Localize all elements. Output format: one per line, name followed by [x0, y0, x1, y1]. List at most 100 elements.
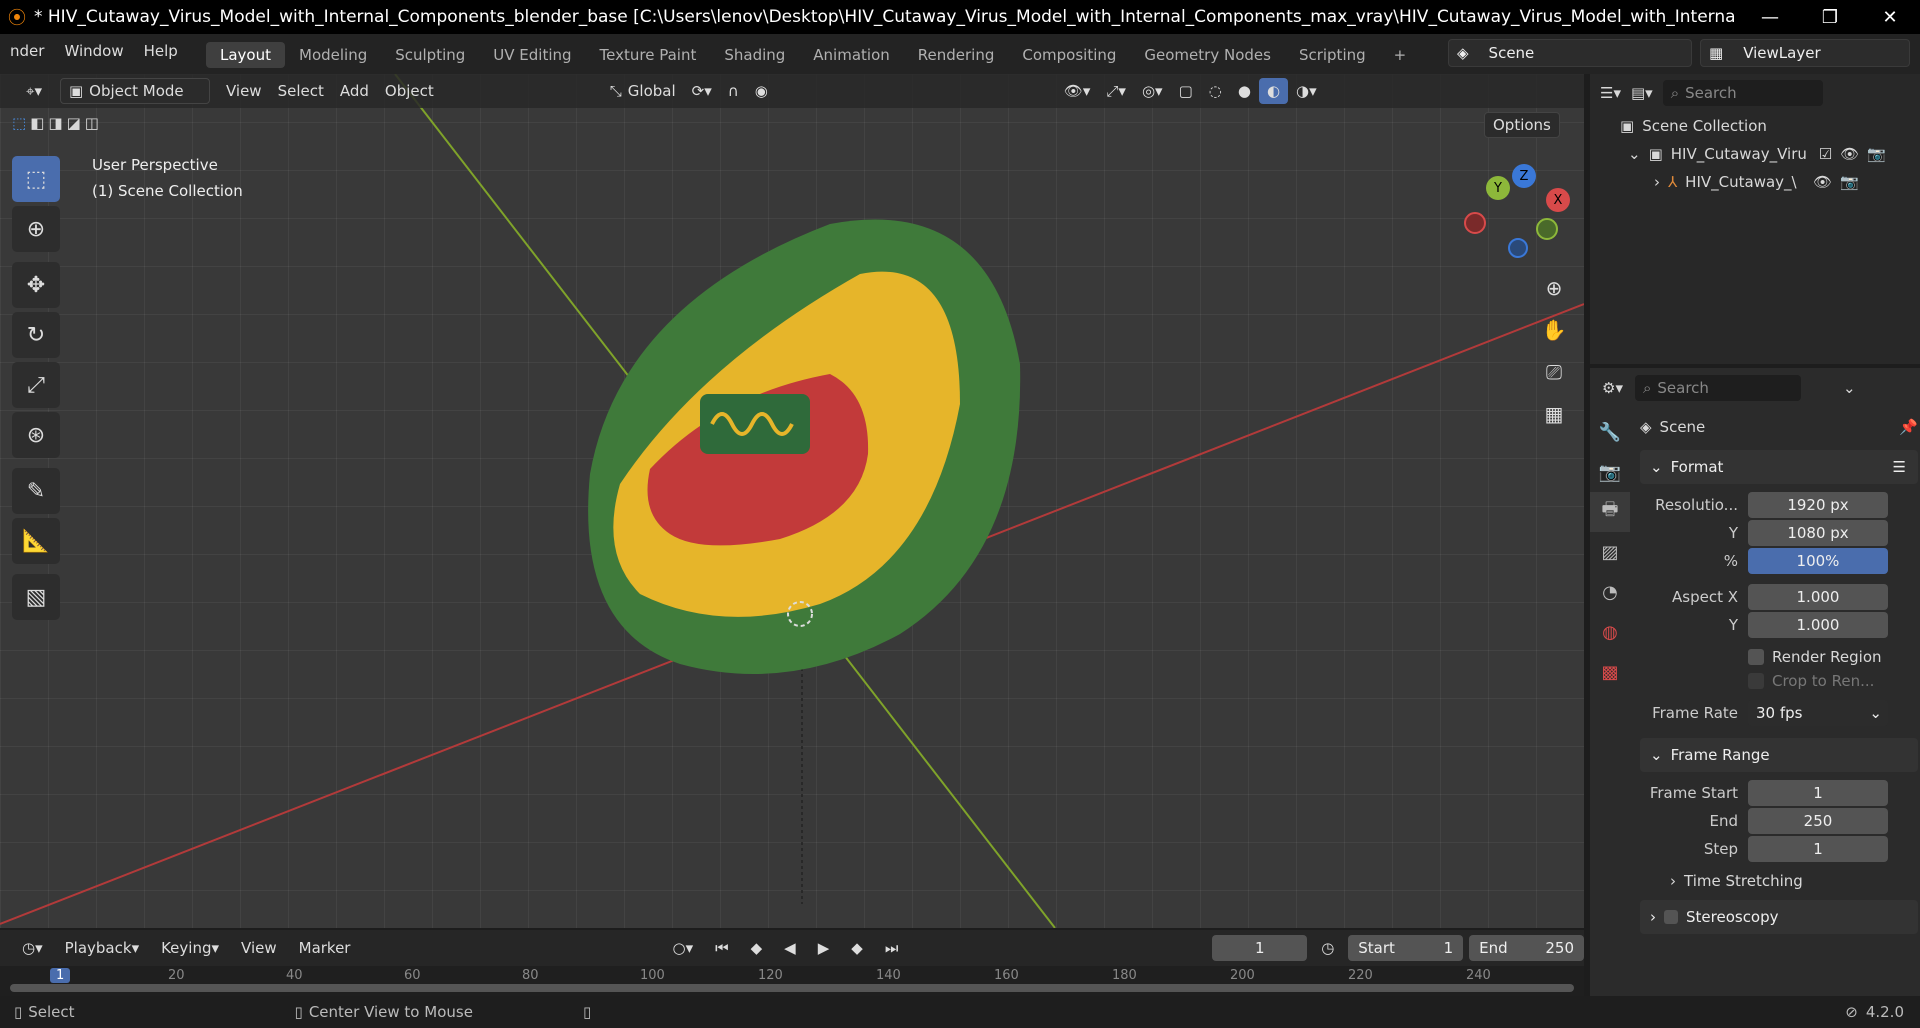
crop-checkbox[interactable]: Crop to Ren... — [1640, 672, 1918, 690]
checkbox-icon[interactable]: ☑ — [1819, 145, 1832, 163]
scene-tab-icon[interactable]: ◔ — [1590, 572, 1630, 612]
outliner-item-object[interactable]: › ⅄ HIV_Cutaway_\ 👁 📷 — [1590, 168, 1920, 196]
play-reverse-icon[interactable]: ◀ — [776, 935, 804, 961]
frame-end-field[interactable]: 250 — [1748, 808, 1888, 834]
tab-compositing[interactable]: Compositing — [1008, 42, 1130, 68]
transform-tool-icon[interactable]: ⊛ — [12, 412, 60, 458]
pin-icon[interactable]: 📌 — [1899, 418, 1918, 436]
menu-render[interactable]: nder — [0, 42, 54, 60]
end-frame-field[interactable]: End 250 — [1469, 935, 1584, 961]
gizmo-z[interactable]: Z — [1512, 164, 1536, 188]
time-stretching-subpanel[interactable]: › Time Stretching — [1640, 872, 1918, 890]
resolution-y-field[interactable]: 1080 px — [1748, 520, 1888, 546]
navigation-gizmo[interactable]: Z Y X — [1460, 164, 1570, 264]
shading-wireframe-icon[interactable]: ◌ — [1201, 78, 1230, 104]
camera-icon[interactable]: 📷 — [1867, 145, 1886, 163]
properties-search-input[interactable]: ⌕ Search — [1634, 375, 1801, 401]
tab-shading[interactable]: Shading — [710, 42, 799, 68]
restore-button[interactable]: ❐ — [1800, 0, 1860, 34]
outliner-search-input[interactable]: ⌕ Search — [1662, 80, 1823, 106]
select-box-icon[interactable]: ⬚ — [12, 156, 60, 202]
minimize-button[interactable]: — — [1740, 0, 1800, 34]
timeline-editor-icon[interactable]: ◷▾ — [14, 935, 51, 961]
shading-material-icon[interactable]: ◐ — [1258, 78, 1289, 104]
transform-orientation[interactable]: ⤡ Global — [602, 78, 684, 104]
close-button[interactable]: ✕ — [1860, 0, 1920, 34]
format-panel-header[interactable]: ⌄ Format ☰ — [1640, 450, 1918, 484]
clock-icon[interactable]: ◷ — [1313, 935, 1342, 961]
outliner-item-collection[interactable]: ⌄ ▣ HIV_Cutaway_Viru ☑ 👁 📷 — [1590, 140, 1920, 168]
autokey-icon[interactable]: ○▾ — [664, 935, 701, 961]
3d-viewport[interactable]: ⌖▾ ▣ Object Mode View Select Add Object … — [0, 74, 1584, 928]
tab-geometry-nodes[interactable]: Geometry Nodes — [1130, 42, 1285, 68]
shading-solid-icon[interactable]: ● — [1230, 78, 1259, 104]
view-layer-selector[interactable]: ▦ ViewLayer — [1700, 39, 1910, 67]
prev-keyframe-icon[interactable]: ◆ — [743, 935, 771, 961]
expand-icon[interactable]: › — [1654, 173, 1660, 191]
tab-uv-editing[interactable]: UV Editing — [479, 42, 585, 68]
resolution-x-field[interactable]: 1920 px — [1748, 492, 1888, 518]
properties-editor-icon[interactable]: ⚙▾ — [1602, 379, 1623, 397]
eye-icon[interactable]: 👁 — [1813, 173, 1832, 191]
jump-end-icon[interactable]: ⏭ — [877, 935, 907, 961]
gizmo-y[interactable]: Y — [1486, 176, 1510, 200]
stereoscopy-checkbox[interactable] — [1664, 910, 1678, 924]
xray-icon[interactable]: ▢ — [1171, 78, 1201, 104]
add-workspace-button[interactable]: + — [1380, 42, 1421, 68]
menu-select[interactable]: Select — [270, 78, 332, 104]
chevron-down-icon[interactable]: ⌄ — [1843, 379, 1856, 397]
scale-tool-icon[interactable]: ⤢ — [12, 362, 60, 408]
tab-modeling[interactable]: Modeling — [285, 42, 381, 68]
scene-selector[interactable]: ◈ Scene — [1448, 39, 1692, 67]
render-region-checkbox[interactable]: Render Region — [1640, 648, 1918, 666]
tab-layout[interactable]: Layout — [206, 42, 285, 68]
gizmo-toggle-icon[interactable]: ⤢▾ — [1098, 78, 1134, 104]
frame-step-field[interactable]: 1 — [1748, 836, 1888, 862]
frame-range-panel-header[interactable]: ⌄ Frame Range — [1640, 738, 1918, 772]
menu-object[interactable]: Object — [377, 78, 442, 104]
rotate-tool-icon[interactable]: ↻ — [12, 312, 60, 358]
shading-rendered-icon[interactable]: ◑▾ — [1288, 78, 1325, 104]
overlays-icon[interactable]: ◎▾ — [1134, 78, 1171, 104]
current-frame-field[interactable]: 1 — [1212, 935, 1308, 961]
proportional-edit-icon[interactable]: ◉ — [747, 78, 776, 104]
options-button[interactable]: Options — [1484, 112, 1560, 138]
world-tab-icon[interactable]: ◍ — [1590, 612, 1630, 652]
menu-keying[interactable]: Keying ▾ — [153, 935, 227, 961]
aspect-x-field[interactable]: 1.000 — [1748, 584, 1888, 610]
move-tool-icon[interactable]: ✥ — [12, 262, 60, 308]
snap-icon[interactable]: ∩ — [720, 78, 747, 104]
menu-add[interactable]: Add — [332, 78, 377, 104]
camera-icon[interactable]: 📷 — [1840, 173, 1859, 191]
aspect-y-field[interactable]: 1.000 — [1748, 612, 1888, 638]
pivot-icon[interactable]: ⟳▾ — [684, 78, 720, 104]
list-icon[interactable]: ☰ — [1893, 458, 1906, 476]
output-tab-icon[interactable]: 🖶 — [1590, 492, 1630, 532]
frame-start-field[interactable]: 1 — [1748, 780, 1888, 806]
frame-rate-select[interactable]: 30 fps ⌄ — [1748, 700, 1888, 726]
mode-selector[interactable]: ▣ Object Mode — [59, 78, 210, 104]
view-layer-tab-icon[interactable]: ▨ — [1590, 532, 1630, 572]
timeline-ruler[interactable]: 1 20 40 60 80 100 120 140 160 180 200 220 240 — [0, 966, 1584, 996]
menu-timeline-view[interactable]: View — [233, 935, 285, 961]
tab-texture-paint[interactable]: Texture Paint — [586, 42, 711, 68]
render-tab-icon[interactable]: 📷 — [1590, 452, 1630, 492]
outliner-filter-icon[interactable]: ▤▾ — [1631, 84, 1653, 102]
menu-playback[interactable]: Playback ▾ — [57, 935, 147, 961]
menu-marker[interactable]: Marker — [291, 935, 359, 961]
start-frame-field[interactable]: Start 1 — [1348, 935, 1464, 961]
play-icon[interactable]: ▶ — [810, 935, 838, 961]
texture-tab-icon[interactable]: ▩ — [1590, 652, 1630, 692]
menu-window[interactable]: Window — [54, 42, 133, 60]
ortho-grid-icon[interactable]: ▦ — [1536, 396, 1572, 432]
add-cube-tool-icon[interactable]: ▧ — [12, 574, 60, 620]
eye-icon[interactable]: 👁 — [1840, 145, 1859, 163]
timeline-scrollbar[interactable] — [10, 984, 1574, 992]
jump-start-icon[interactable]: ⏮ — [707, 935, 737, 961]
pan-hand-icon[interactable]: ✋ — [1536, 312, 1572, 348]
tool-tab-icon[interactable]: 🔧 — [1590, 412, 1630, 452]
tab-scripting[interactable]: Scripting — [1285, 42, 1380, 68]
tab-animation[interactable]: Animation — [799, 42, 903, 68]
next-keyframe-icon[interactable]: ◆ — [843, 935, 871, 961]
menu-view[interactable]: View — [218, 78, 270, 104]
